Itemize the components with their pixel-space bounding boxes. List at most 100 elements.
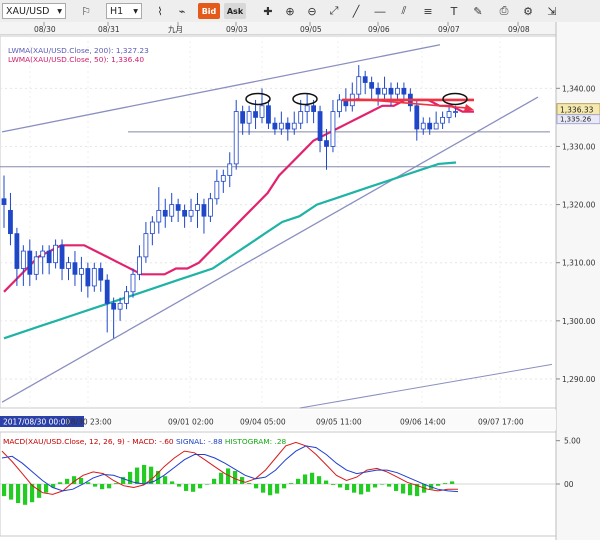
candle (240, 111, 246, 124)
histogram-bar (359, 484, 364, 495)
histogram-bar (79, 477, 84, 484)
histogram-bar (254, 484, 259, 489)
candle (214, 180, 220, 200)
candle (137, 256, 142, 275)
y-tick-label: 1,320.00 (562, 201, 596, 210)
price-pane (0, 35, 557, 409)
histogram-bar (44, 484, 49, 493)
candle (207, 198, 213, 217)
histogram-bar (128, 471, 133, 484)
candle (311, 105, 317, 112)
candle (369, 82, 375, 89)
histogram-bar (296, 478, 301, 484)
x-tick-label: 09/01 02:00 (168, 418, 214, 427)
macd-y-tick-label: 00 (564, 480, 574, 489)
candle (14, 233, 20, 269)
candle (272, 122, 278, 130)
candle (324, 140, 329, 147)
y-tick-label: 1,330.00 (562, 142, 596, 151)
x-tick-label: 09/05 11:00 (316, 418, 362, 427)
candle (362, 76, 368, 83)
top-date-label: 08/31 (98, 25, 120, 34)
candle (414, 105, 420, 130)
legend-lwma200: LWMA(XAU/USD.Close, 200): 1,327.23 (8, 46, 149, 55)
candle (40, 250, 46, 258)
y-tick-label: 1,340.00 (562, 84, 596, 93)
histogram-bar (380, 484, 385, 485)
candle (20, 250, 26, 269)
candle (336, 99, 342, 112)
candle (59, 244, 65, 269)
histogram-bar (142, 464, 147, 484)
candle (298, 111, 304, 124)
histogram-bar (408, 484, 413, 496)
histogram-bar (205, 484, 210, 485)
histogram-bar (65, 478, 70, 484)
histogram-bar (177, 484, 182, 487)
histogram-bar (100, 484, 105, 490)
top-date-label: 09/05 (300, 25, 322, 34)
candle (356, 76, 362, 95)
candle (427, 122, 433, 130)
candle (175, 204, 181, 211)
histogram-bar (331, 484, 336, 485)
macd-y-tick-label: 5.00 (564, 437, 581, 446)
x-tick-label: 09/07 17:00 (478, 418, 524, 427)
legend-lwma50: LWMA(XAU/USD.Close, 50): 1,336.40 (8, 55, 145, 64)
histogram-bar (282, 484, 287, 489)
histogram-bar (219, 472, 224, 484)
price-chart[interactable]: 08/30 08/31 九月 09/03 09/05 09/06 09/07 09/08 1,2… (0, 0, 600, 540)
candle (27, 250, 33, 275)
histogram-bar (93, 484, 98, 487)
histogram-bar (275, 484, 280, 494)
histogram-bar (23, 484, 28, 505)
histogram-bar (2, 484, 7, 497)
top-date-label: 09/06 (368, 25, 390, 34)
histogram-bar (436, 484, 441, 486)
x-tick-label: 09/06 14:00 (400, 418, 446, 427)
histogram-bar (366, 484, 371, 492)
candle (53, 244, 58, 264)
histogram-bar (86, 482, 91, 484)
histogram-bar (212, 478, 217, 484)
signal-value: SIGNAL: -.88 (175, 437, 223, 446)
candle (124, 291, 129, 304)
macd-legend: MACD(XAU/USD.Close, 12, 26, 9) - MACD: -… (3, 437, 286, 446)
candle (266, 105, 271, 124)
candle (130, 273, 136, 293)
candle (72, 262, 78, 275)
y-tick-label: 1,290.00 (562, 375, 596, 384)
candle (46, 250, 52, 264)
candle (446, 111, 452, 118)
candle (91, 268, 97, 287)
candle (453, 111, 458, 113)
candle (259, 105, 265, 118)
candle (395, 87, 400, 95)
price-axis-bg (556, 22, 600, 540)
histogram-bar (58, 482, 63, 484)
histogram-bar (9, 484, 14, 500)
candle (201, 204, 207, 217)
histogram-bar (317, 476, 322, 484)
histogram-bar (268, 484, 273, 496)
candle (285, 122, 291, 130)
top-date-label: 09/07 (438, 25, 460, 34)
candle (233, 111, 239, 165)
candle (1, 198, 7, 205)
histogram-value: HISTOGRAM: .28 (224, 437, 287, 446)
histogram-bar (184, 484, 189, 491)
candle (382, 87, 387, 95)
candle (111, 302, 117, 310)
histogram-bar (338, 484, 343, 488)
histogram-bar (247, 483, 252, 484)
candle (156, 209, 162, 223)
histogram-bar (16, 484, 21, 504)
candle (182, 209, 188, 217)
histogram-bar (303, 474, 308, 484)
candle (98, 268, 104, 281)
x-tick-label: 2017/08/30 00:00 (3, 418, 70, 427)
candle (104, 279, 110, 304)
macd-value: MACD: -.60 (132, 437, 174, 446)
histogram-bar (401, 484, 406, 494)
histogram-bar (114, 483, 119, 484)
